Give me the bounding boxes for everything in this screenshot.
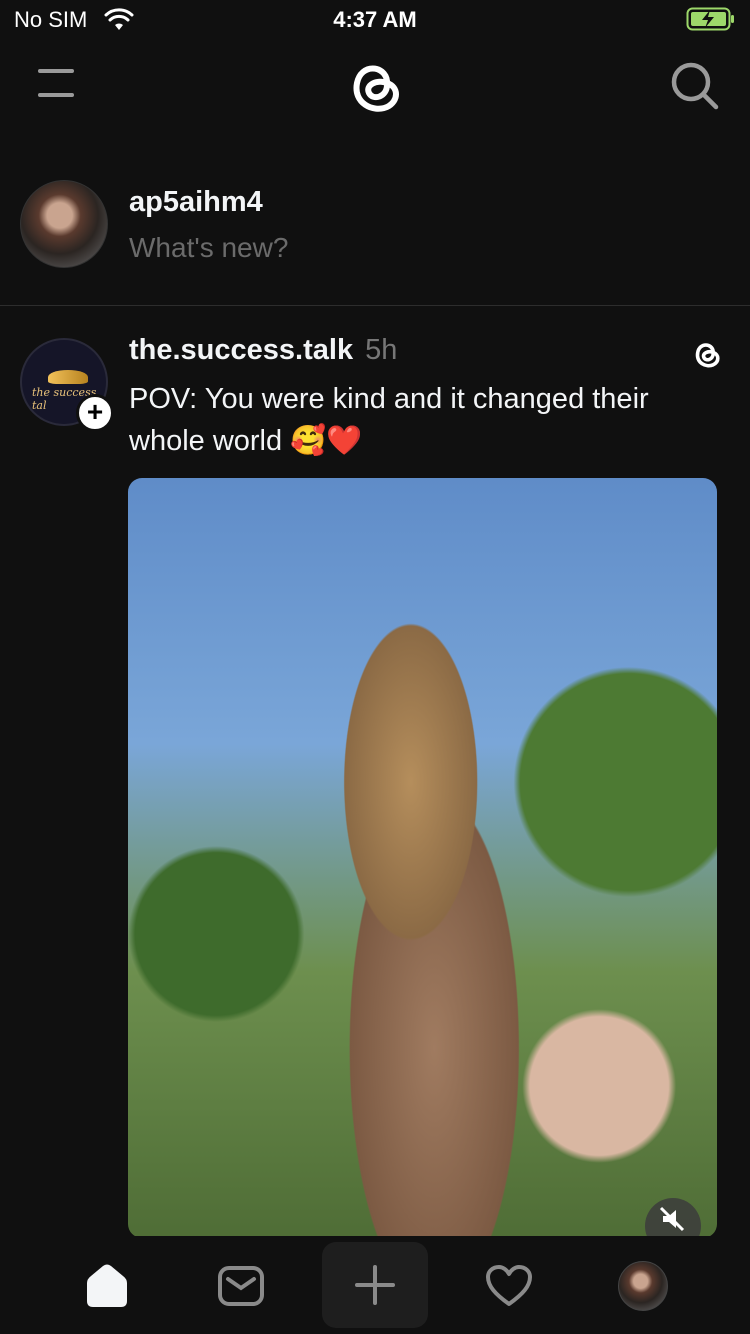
- post-header: the.success.talk 5h: [129, 334, 397, 367]
- tab-create[interactable]: [322, 1242, 428, 1328]
- avatar: [618, 1261, 668, 1311]
- post-video[interactable]: [128, 478, 717, 1238]
- tab-profile[interactable]: [593, 1246, 693, 1326]
- composer-input[interactable]: What's new?: [129, 232, 288, 264]
- post-username[interactable]: the.success.talk: [129, 334, 353, 366]
- follow-button[interactable]: +: [76, 394, 114, 432]
- avatar[interactable]: [20, 180, 108, 268]
- feed-post: the success tal + the.success.talk 5h PO…: [0, 306, 750, 1238]
- status-bar: No SIM 4:37 AM: [0, 0, 750, 40]
- inbox-icon: [218, 1266, 264, 1306]
- threads-home-screen: No SIM 4:37 AM ap5aihm4 What's new? the …: [0, 0, 750, 1334]
- heart-icon: [486, 1265, 532, 1306]
- bottom-tab-bar: [0, 1236, 750, 1334]
- post-text: POV: You were kind and it changed their …: [129, 383, 649, 457]
- menu-icon[interactable]: [36, 67, 76, 99]
- battery-charging-icon: [686, 6, 736, 37]
- post-timestamp: 5h: [365, 334, 398, 366]
- threads-logo-icon[interactable]: [343, 51, 407, 121]
- logo-wing-icon: [48, 370, 88, 384]
- threads-post-icon[interactable]: [690, 336, 724, 372]
- plus-icon: [355, 1265, 395, 1305]
- top-nav: [0, 45, 750, 125]
- tab-inbox[interactable]: [191, 1246, 291, 1326]
- new-thread-composer[interactable]: ap5aihm4 What's new?: [0, 178, 750, 306]
- clock: 4:37 AM: [333, 7, 417, 32]
- composer-username: ap5aihm4: [129, 186, 263, 218]
- mute-button[interactable]: [645, 1198, 701, 1238]
- tab-activity[interactable]: [459, 1246, 559, 1326]
- search-icon[interactable]: [668, 59, 720, 111]
- tab-home[interactable]: [57, 1246, 157, 1326]
- home-icon: [87, 1264, 127, 1307]
